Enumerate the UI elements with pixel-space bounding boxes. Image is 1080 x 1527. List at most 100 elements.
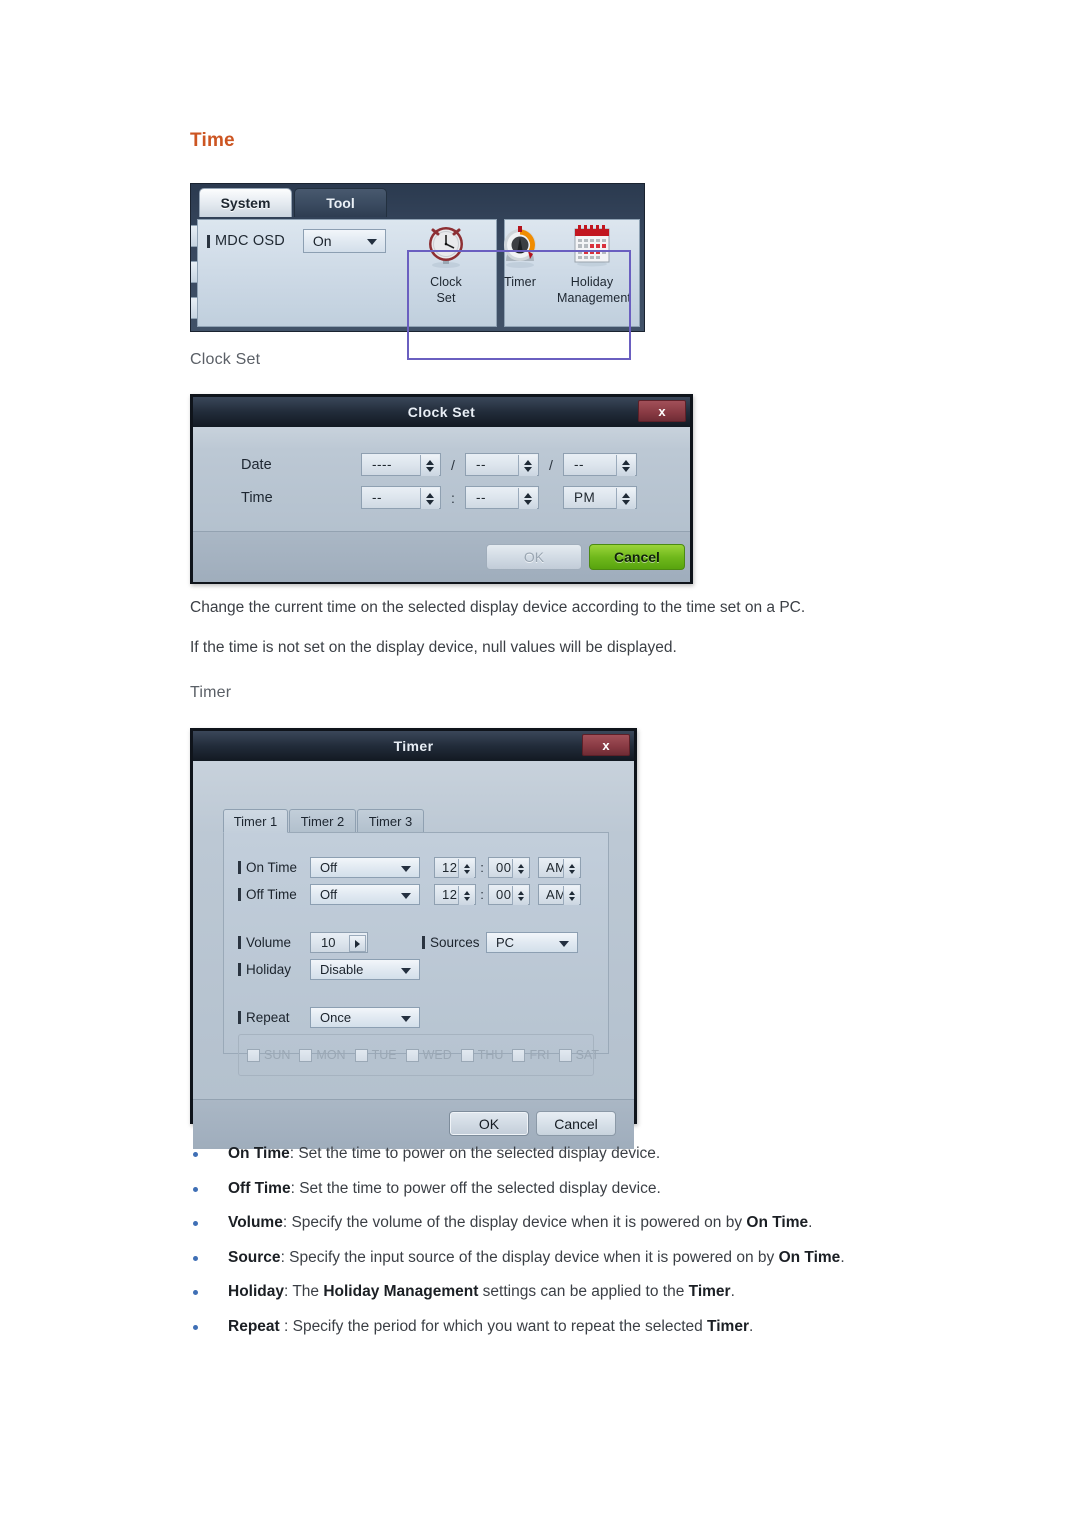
weekday-sat[interactable]: SAT — [558, 1048, 599, 1062]
checkbox-icon[interactable] — [299, 1048, 313, 1062]
side-stub-3 — [191, 297, 198, 319]
spinner-arrows-icon[interactable] — [563, 886, 579, 905]
weekday-sun[interactable]: SUN — [247, 1048, 290, 1062]
weekday-thu[interactable]: THU — [460, 1048, 504, 1062]
weekday-checkbox-group: SUN MON TUE WED THU FRI SAT — [238, 1034, 599, 1076]
bullet-tail: . — [840, 1248, 845, 1266]
spinner-arrows-icon[interactable] — [458, 859, 474, 878]
bullet-term-2: Timer — [707, 1317, 749, 1335]
label-marker-icon — [207, 234, 210, 248]
off-time-minute-spinner[interactable]: 00 — [488, 884, 530, 905]
time-ampm-spinner[interactable]: PM — [563, 486, 637, 509]
list-item: Source: Specify the input source of the … — [190, 1247, 980, 1269]
date-day-spinner[interactable]: -- — [563, 453, 637, 476]
tab-timer-1[interactable]: Timer 1 — [223, 809, 288, 833]
checkbox-icon[interactable] — [247, 1048, 260, 1062]
ribbon-tab-row: System Tool — [191, 184, 644, 217]
timer-titlebar: Timer x — [193, 731, 634, 761]
timer-title: Timer — [393, 738, 434, 754]
bullet-term: Off Time — [228, 1179, 291, 1197]
bullet-term: Volume — [228, 1214, 283, 1231]
volume-value: 10 — [321, 935, 336, 950]
on-time-label: On Time — [246, 860, 298, 875]
spinner-arrows-icon[interactable] — [458, 886, 474, 905]
list-item: Holiday: The Holiday Management settings… — [190, 1281, 980, 1303]
weekday-mon[interactable]: MON — [299, 1048, 346, 1062]
clock-set-cancel-button[interactable]: Cancel — [589, 544, 685, 570]
checkbox-icon[interactable] — [405, 1048, 419, 1062]
time-hour-spinner[interactable]: -- — [361, 486, 441, 509]
weekday-fri[interactable]: FRI — [512, 1048, 550, 1062]
spinner-arrows-icon[interactable] — [512, 886, 528, 905]
off-time-ampm-spinner[interactable]: AM — [538, 884, 581, 905]
spinner-arrows-icon[interactable] — [616, 455, 635, 476]
weekday-tue[interactable]: TUE — [354, 1048, 397, 1062]
on-time-hour-spinner[interactable]: 12 — [434, 857, 476, 878]
holiday-label: Holiday — [246, 962, 292, 977]
date-month-value: -- — [476, 457, 486, 472]
close-icon[interactable]: x — [638, 400, 686, 422]
clock-set-titlebar: Clock Set x — [193, 397, 690, 427]
list-item: Volume: Specify the volume of the displa… — [190, 1212, 980, 1234]
off-time-mode-dropdown[interactable]: Off — [310, 884, 420, 905]
on-time-minute-value: 00 — [496, 860, 512, 875]
bullet-text: : Specify the period for which you want … — [279, 1317, 708, 1335]
tab-system[interactable]: System — [199, 188, 292, 217]
repeat-dropdown[interactable]: Once — [310, 1007, 420, 1028]
spinner-arrows-icon[interactable] — [420, 488, 439, 509]
off-time-hour-value: 12 — [442, 887, 458, 902]
date-separator-2: / — [549, 456, 553, 473]
tab-timer-3[interactable]: Timer 3 — [357, 809, 424, 833]
holiday-dropdown[interactable]: Disable — [310, 959, 420, 980]
checkbox-icon[interactable] — [460, 1048, 474, 1062]
volume-stepper[interactable]: 10 — [310, 932, 368, 953]
date-month-spinner[interactable]: -- — [465, 453, 539, 476]
off-time-row: Off Time Off 12 : 00 AM — [238, 884, 581, 905]
time-minute-spinner[interactable]: -- — [465, 486, 539, 509]
spinner-arrows-icon[interactable] — [512, 859, 528, 878]
tab-tool[interactable]: Tool — [294, 188, 387, 217]
spinner-arrows-icon[interactable] — [518, 488, 537, 509]
sources-dropdown[interactable]: PC — [486, 932, 578, 953]
timer-footer: OK Cancel — [193, 1099, 634, 1149]
timer-cancel-button[interactable]: Cancel — [536, 1111, 616, 1136]
weekday-thu-label: THU — [477, 1048, 504, 1062]
bullet-term: Source — [228, 1248, 281, 1266]
time-hour-value: -- — [372, 490, 382, 505]
timer-body: Timer 1 Timer 2 Timer 3 On Time Off 12:… — [193, 761, 634, 1099]
holiday-label-group: Holiday — [238, 962, 310, 977]
checkbox-icon[interactable] — [354, 1048, 368, 1062]
sources-value: PC — [496, 935, 515, 950]
bullet-term: Repeat — [228, 1317, 280, 1335]
off-time-hour-spinner[interactable]: 12 — [434, 884, 476, 905]
close-icon[interactable]: x — [582, 734, 630, 756]
weekday-wed[interactable]: WED — [405, 1048, 452, 1062]
checkbox-icon[interactable] — [512, 1048, 526, 1062]
on-time-ampm-spinner[interactable]: AM — [538, 857, 581, 878]
time-label: Time — [241, 489, 273, 506]
label-marker-icon — [238, 861, 241, 874]
clock-set-ok-button[interactable]: OK — [486, 544, 582, 570]
list-item: Repeat : Specify the period for which yo… — [190, 1316, 980, 1338]
volume-more-icon[interactable] — [349, 935, 366, 952]
on-time-row: On Time Off 12 : 00 AM — [238, 857, 581, 878]
timer-ok-button[interactable]: OK — [449, 1111, 529, 1136]
on-time-mode-dropdown[interactable]: Off — [310, 857, 420, 878]
on-time-label-group: On Time — [238, 860, 310, 875]
label-marker-icon — [238, 936, 241, 949]
spinner-arrows-icon[interactable] — [420, 455, 439, 476]
weekday-tue-label: TUE — [371, 1048, 397, 1062]
checkbox-icon[interactable] — [558, 1048, 572, 1062]
on-time-minute-spinner[interactable]: 00 — [488, 857, 530, 878]
mdc-osd-dropdown[interactable]: On — [302, 229, 386, 253]
off-time-label-group: Off Time — [238, 887, 310, 902]
chevron-down-icon — [401, 865, 411, 872]
volume-row: Volume 10 — [238, 932, 368, 953]
bullet-term-3: Timer — [688, 1283, 731, 1300]
volume-label: Volume — [246, 935, 292, 950]
spinner-arrows-icon[interactable] — [616, 488, 635, 509]
spinner-arrows-icon[interactable] — [563, 859, 579, 878]
tab-timer-2[interactable]: Timer 2 — [289, 809, 356, 833]
date-year-spinner[interactable]: ---- — [361, 453, 441, 476]
spinner-arrows-icon[interactable] — [518, 455, 537, 476]
